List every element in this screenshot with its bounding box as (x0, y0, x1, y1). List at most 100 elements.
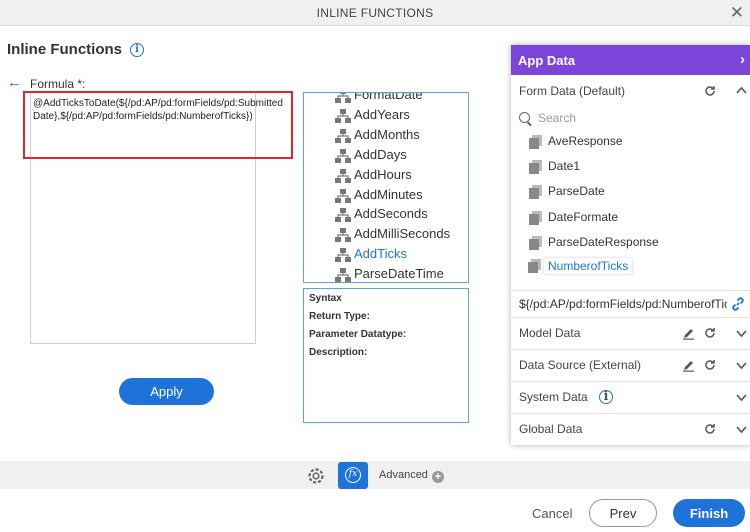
function-node-icon (335, 189, 351, 203)
function-list[interactable]: FormatDate AddYears AddMonths AddDays Ad… (303, 92, 469, 283)
field-item-selected[interactable]: NumberofTicks (528, 258, 633, 274)
function-item[interactable]: AddMilliSeconds (335, 226, 451, 246)
edit-icon[interactable] (682, 359, 695, 372)
refresh-icon[interactable] (704, 359, 716, 371)
function-node-icon (335, 109, 351, 123)
inline-function-button[interactable]: fx (338, 462, 368, 489)
field-item[interactable]: ParseDateResponse (529, 235, 659, 250)
function-node-icon (335, 93, 351, 103)
selected-path-row[interactable]: ${/pd:AP/pd:formFields/pd:NumberofTicks} (511, 290, 750, 318)
refresh-icon[interactable] (704, 327, 716, 339)
function-item[interactable]: AddDays (335, 147, 407, 167)
form-data-section[interactable]: Form Data (Default) (511, 75, 750, 105)
data-source-label: Data Source (External) (519, 358, 642, 372)
app-data-title: App Data (518, 53, 576, 68)
info-icon[interactable]: i (130, 43, 144, 57)
field-label: AveResponse (548, 134, 623, 148)
selected-path[interactable]: ${/pd:AP/pd:formFields/pd:NumberofTicks} (519, 297, 727, 311)
field-label: ParseDateResponse (548, 235, 659, 249)
function-item[interactable]: AddMinutes (335, 187, 423, 207)
field-item[interactable]: ParseDate (529, 184, 605, 199)
field-icon (529, 236, 542, 250)
field-item[interactable]: DateFormate (529, 210, 619, 225)
window-title: INLINE FUNCTIONS (316, 6, 434, 20)
function-item-selected[interactable]: AddTicks (335, 246, 407, 266)
form-data-label: Form Data (Default) (519, 84, 626, 98)
field-item[interactable]: Date1 (529, 159, 581, 174)
close-icon[interactable]: ✕ (730, 3, 744, 23)
app-data-header[interactable]: App Data › (511, 45, 750, 75)
field-icon (529, 211, 542, 225)
title-bar: INLINE FUNCTIONS ✕ (0, 0, 750, 26)
field-icon (529, 135, 542, 149)
chevron-down-icon[interactable] (736, 362, 747, 370)
function-node-icon (335, 169, 351, 183)
page-title: Inline Functions (7, 41, 122, 58)
function-item[interactable]: FormatDate (335, 92, 423, 107)
syntax-label: Syntax (309, 293, 342, 304)
function-label: AddSeconds (354, 206, 428, 221)
return-type-label: Return Type: (309, 311, 370, 322)
chevron-up-icon[interactable] (736, 86, 747, 94)
function-fx-icon: fx (345, 467, 361, 483)
model-data-section[interactable]: Model Data (511, 318, 750, 350)
plus-icon[interactable]: + (432, 471, 444, 483)
field-label: NumberofTicks (548, 259, 629, 273)
finish-button[interactable]: Finish (673, 499, 745, 527)
prev-button[interactable]: Prev (589, 499, 657, 527)
field-item[interactable]: AveResponse (529, 134, 623, 149)
refresh-icon[interactable] (704, 423, 716, 435)
back-arrow-icon[interactable]: ← (7, 74, 22, 91)
field-icon (529, 185, 542, 199)
function-label: AddMilliSeconds (354, 226, 451, 241)
system-data-section[interactable]: System Data i (511, 382, 750, 414)
chevron-down-icon[interactable] (736, 330, 747, 338)
link-icon[interactable] (730, 296, 746, 312)
function-label: FormatDate (354, 92, 423, 102)
function-node-icon (335, 228, 351, 242)
function-label: AddHours (354, 167, 412, 182)
function-node-icon (335, 248, 351, 262)
function-node-icon (335, 208, 351, 222)
function-item[interactable]: AddMonths (335, 127, 420, 147)
apply-button[interactable]: Apply (119, 378, 214, 405)
description-label: Description: (309, 347, 368, 358)
gear-icon[interactable] (306, 466, 326, 486)
function-label: AddMonths (354, 127, 420, 142)
function-description-panel: Syntax Return Type: Parameter Datatype: … (303, 288, 469, 423)
field-label: Date1 (548, 159, 581, 173)
search-field[interactable]: Search (519, 111, 576, 125)
global-data-section[interactable]: Global Data (511, 414, 750, 445)
cancel-button[interactable]: Cancel (532, 506, 572, 521)
function-item[interactable]: AddYears (335, 107, 410, 127)
chevron-right-icon[interactable]: › (740, 51, 745, 68)
chevron-down-icon[interactable] (736, 394, 747, 402)
function-item[interactable]: ParseDateTime (335, 266, 444, 282)
refresh-icon[interactable] (704, 85, 716, 97)
function-item[interactable]: AddHours (335, 167, 412, 187)
function-node-icon (335, 268, 351, 282)
model-data-label: Model Data (519, 326, 581, 340)
info-icon[interactable]: i (599, 390, 613, 404)
search-placeholder: Search (538, 111, 577, 125)
advanced-label[interactable]: Advanced (379, 469, 428, 481)
function-label: AddYears (354, 107, 410, 122)
function-node-icon (335, 149, 351, 163)
formula-label: Formula *: (30, 77, 86, 91)
field-icon (528, 259, 541, 273)
global-data-label: Global Data (519, 422, 583, 436)
function-label: AddTicks (354, 246, 407, 261)
data-source-section[interactable]: Data Source (External) (511, 350, 750, 382)
system-data-label: System Data (519, 390, 588, 404)
formula-highlight-box (23, 91, 293, 159)
function-node-icon (335, 129, 351, 143)
field-label: ParseDate (548, 184, 605, 198)
field-label: DateFormate (548, 210, 619, 224)
app-data-panel: App Data › Form Data (Default) Search Av… (511, 45, 750, 445)
advanced-bar (0, 461, 750, 489)
field-icon (529, 160, 542, 174)
edit-icon[interactable] (682, 327, 695, 340)
chevron-down-icon[interactable] (736, 426, 747, 434)
function-item[interactable]: AddSeconds (335, 206, 428, 226)
function-label: AddDays (354, 147, 407, 162)
